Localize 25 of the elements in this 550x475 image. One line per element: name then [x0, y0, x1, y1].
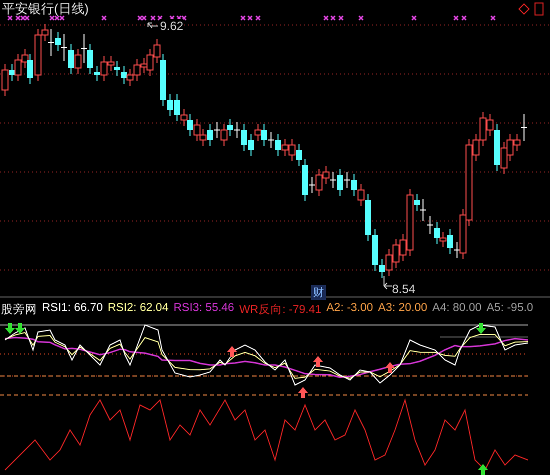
up-arrow-icon: [313, 356, 323, 367]
indicator-value: WR反向: -79.41: [239, 302, 322, 317]
down-arrow-icon: [476, 323, 486, 334]
indicator-value: RSI2: 62.04: [108, 302, 168, 316]
indicator-value: A5: -95.0: [486, 302, 534, 316]
price-label: 8.54: [392, 282, 416, 296]
down-arrow-icon: [15, 323, 25, 334]
chart-title: 平安银行(日线): [2, 0, 89, 18]
price-label: 9.62: [160, 19, 184, 33]
up-arrow-icon: [227, 346, 237, 357]
indicator-name: 股旁网: [1, 302, 37, 317]
up-arrow-icon: [298, 387, 308, 398]
down-arrow-icon: [5, 323, 15, 334]
up-arrow-icon: [478, 464, 488, 475]
high-pointer-icon: [148, 22, 158, 28]
diamond-icon: [518, 3, 530, 15]
indicator-value: A4: 80.00: [432, 302, 482, 316]
indicator-value: A3: 20.00: [378, 302, 428, 316]
low-pointer-icon: [384, 276, 392, 290]
square-icon: [534, 2, 544, 16]
indicator-value: A2: -3.00: [326, 302, 374, 316]
finance-marker[interactable]: 财: [311, 285, 326, 300]
indicator-value: RSI1: 66.70: [42, 302, 103, 316]
up-arrow-icon: [385, 362, 395, 373]
indicator-value: RSI3: 55.46: [173, 302, 234, 316]
